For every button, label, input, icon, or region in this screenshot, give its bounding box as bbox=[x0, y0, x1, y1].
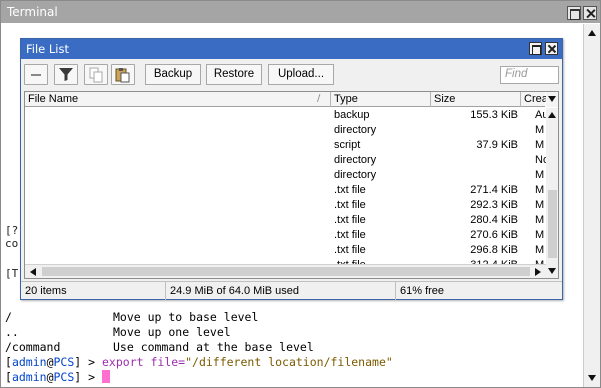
prompt-host: PCS bbox=[53, 355, 75, 369]
prompt-at: @ bbox=[46, 370, 54, 384]
prompt-user: admin bbox=[11, 370, 47, 384]
table-row[interactable]: different locationdirectoryM bbox=[25, 123, 545, 138]
terminal-maximize-icon[interactable] bbox=[567, 6, 581, 20]
help-description: Use command at the base level bbox=[113, 340, 314, 354]
column-chooser-icon[interactable] bbox=[546, 92, 558, 107]
scroll-left-icon[interactable] bbox=[30, 268, 36, 276]
remove-icon[interactable] bbox=[24, 64, 48, 85]
status-item-count: 20 items bbox=[21, 282, 166, 300]
command-argument-value: "/different location/filename" bbox=[185, 355, 393, 369]
terminal-close-icon[interactable] bbox=[583, 6, 597, 20]
column-header-type[interactable]: Type bbox=[331, 92, 431, 107]
command-keyword: export bbox=[102, 355, 144, 369]
scroll-up-icon[interactable] bbox=[588, 30, 596, 36]
help-line: / Move up to base level bbox=[5, 310, 258, 324]
file-table: File Name / Type Size Crea auto-before-r… bbox=[24, 91, 559, 279]
table-vertical-scrollbar[interactable] bbox=[546, 108, 558, 278]
table-row[interactable]: auto-before-reset.backupbackup155.3 KiBA… bbox=[25, 108, 548, 123]
table-row[interactable]: pub/Log/log.0.txt.txt file271.4 KiBM bbox=[25, 183, 545, 198]
file-type-cell: .txt file bbox=[334, 214, 366, 226]
terminal-text-fragment: [T bbox=[5, 267, 19, 280]
command-line: [admin@PCS] > export file="/different lo… bbox=[5, 355, 393, 369]
file-list-close-icon[interactable] bbox=[545, 42, 558, 55]
column-header-size[interactable]: Size bbox=[431, 92, 521, 107]
help-command: /command bbox=[5, 340, 61, 354]
upload-button[interactable]: Upload... bbox=[268, 64, 334, 85]
scroll-right-icon[interactable] bbox=[535, 268, 541, 276]
scroll-thumb[interactable] bbox=[548, 190, 557, 258]
file-list-titlebar[interactable]: File List bbox=[21, 39, 562, 59]
file-size-cell: 271.4 KiB bbox=[470, 184, 518, 196]
help-line: .. Move up one level bbox=[5, 325, 231, 339]
file-size-cell: 155.3 KiB bbox=[470, 109, 518, 121]
table-row[interactable]: pub/Log/log.4.txt.txt file296.8 KiBM bbox=[25, 243, 545, 258]
file-list-title: File List bbox=[26, 42, 70, 56]
prompt-bracket-open: [ bbox=[5, 370, 12, 384]
table-header: File Name / Type Size Crea bbox=[25, 92, 548, 107]
status-bar: 20 items 24.9 MiB of 64.0 MiB used 61% f… bbox=[21, 281, 562, 300]
scroll-down-icon[interactable] bbox=[588, 375, 596, 381]
table-row[interactable]: pubdirectoryNo bbox=[25, 153, 549, 168]
prompt-at: @ bbox=[46, 355, 54, 369]
table-horizontal-scrollbar[interactable] bbox=[25, 264, 546, 278]
status-free: 61% free bbox=[400, 285, 445, 297]
column-header-file-name[interactable]: File Name bbox=[25, 92, 331, 107]
table-body: auto-before-reset.backupbackup155.3 KiBA… bbox=[25, 108, 549, 273]
file-list-window: File List Backup Restore Upload... Find … bbox=[20, 38, 563, 300]
status-usage: 24.9 MiB of 64.0 MiB used bbox=[166, 282, 396, 300]
file-list-toolbar: Backup Restore Upload... Find bbox=[21, 60, 562, 90]
table-row[interactable]: pub/Log/log.3.txt.txt file270.6 KiBM bbox=[25, 228, 545, 243]
help-command: / bbox=[5, 310, 12, 324]
file-size-cell: 270.6 KiB bbox=[470, 229, 518, 241]
file-type-cell: .txt file bbox=[334, 229, 366, 241]
file-type-cell: directory bbox=[334, 169, 377, 181]
text-cursor bbox=[102, 370, 110, 383]
table-row[interactable]: pub/Log/log.2.txt.txt file280.4 KiBM bbox=[25, 213, 545, 228]
help-command: .. bbox=[5, 325, 19, 339]
file-type-cell: .txt file bbox=[334, 244, 366, 256]
file-size-cell: 292.3 KiB bbox=[470, 199, 518, 211]
table-row[interactable]: pub/LogdirectoryM bbox=[25, 168, 545, 183]
terminal-text-fragment: co bbox=[5, 237, 19, 250]
prompt-bracket-open: [ bbox=[5, 355, 12, 369]
find-input[interactable]: Find bbox=[500, 66, 559, 84]
copy-icon[interactable] bbox=[84, 64, 108, 85]
help-line: /command Use command at the base level bbox=[5, 340, 314, 354]
terminal-scrollbar[interactable] bbox=[583, 24, 600, 387]
scroll-down-icon[interactable] bbox=[548, 268, 556, 274]
file-size-cell: 280.4 KiB bbox=[470, 214, 518, 226]
terminal-title: Terminal bbox=[7, 5, 58, 19]
sort-indicator-icon: / bbox=[317, 93, 321, 104]
prompt-arrow: > bbox=[81, 355, 102, 369]
terminal-text-fragment: [? bbox=[5, 224, 19, 237]
active-prompt-line[interactable]: [admin@PCS] > bbox=[5, 370, 110, 384]
help-description: Move up to base level bbox=[113, 310, 259, 324]
scroll-thumb[interactable] bbox=[42, 267, 530, 276]
column-header-creation[interactable]: Crea bbox=[521, 92, 549, 107]
restore-button[interactable]: Restore bbox=[206, 64, 262, 85]
command-argument-name: file= bbox=[143, 355, 186, 369]
prompt-arrow: > bbox=[81, 370, 102, 384]
terminal-titlebar[interactable]: Terminal bbox=[1, 1, 600, 23]
file-size-cell: 296.8 KiB bbox=[470, 244, 518, 256]
file-type-cell: script bbox=[334, 139, 361, 151]
prompt-user: admin bbox=[11, 355, 47, 369]
file-type-cell: backup bbox=[334, 109, 370, 121]
table-row[interactable]: pub/Log/log.1.txt.txt file292.3 KiBM bbox=[25, 198, 545, 213]
file-list-maximize-icon[interactable] bbox=[529, 42, 542, 55]
file-size-cell: 37.9 KiB bbox=[476, 139, 518, 151]
file-type-cell: directory bbox=[334, 124, 377, 136]
file-type-cell: .txt file bbox=[334, 184, 366, 196]
help-description: Move up one level bbox=[113, 325, 231, 339]
prompt-host: PCS bbox=[53, 370, 75, 384]
file-type-cell: directory bbox=[334, 154, 377, 166]
file-type-cell: .txt file bbox=[334, 199, 366, 211]
backup-button[interactable]: Backup bbox=[145, 64, 201, 85]
filter-icon[interactable] bbox=[54, 64, 78, 85]
paste-icon[interactable] bbox=[111, 64, 135, 85]
table-row[interactable]: different location/filename.rscscript37.… bbox=[25, 138, 545, 153]
scroll-up-icon[interactable] bbox=[548, 112, 556, 118]
